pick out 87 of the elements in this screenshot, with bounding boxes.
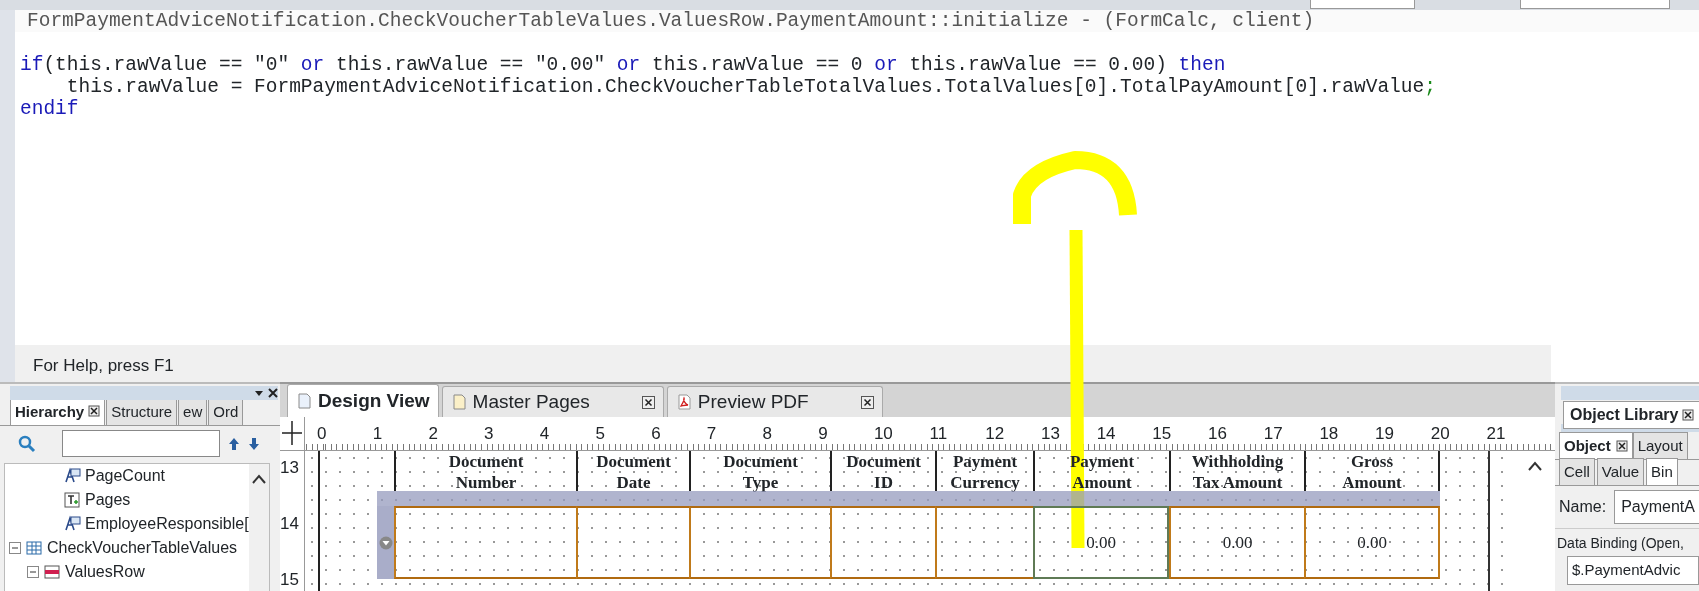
search-field[interactable] [62,430,220,457]
close-icon[interactable] [1682,409,1695,421]
code-line: endif [19,98,80,120]
scroll-up-icon[interactable] [251,474,266,484]
close-icon[interactable] [268,388,278,398]
tab[interactable]: Design View [287,384,439,417]
row-handle[interactable] [377,506,394,579]
table-cell[interactable] [830,506,935,579]
code-line: if(this.rawValue == "0" or this.rawValue == "0.00" or this.rawValue == 0 or this.rawValue == 0.00) then [19,54,1227,76]
down-arrow-icon[interactable] [248,436,260,451]
collapse-icon[interactable] [9,542,21,554]
page-icon [296,393,312,409]
script-header: FormPaymentAdviceNotification.CheckVoucherTableValues.ValuesRow.PaymentAmount::initialize - (FormCalc, client) [15,10,1699,32]
tab[interactable]: Preview PDF [666,386,883,417]
input-field[interactable] [1310,0,1415,9]
close-icon[interactable] [88,404,101,417]
ruler-number: 14 [1096,424,1116,443]
ruler-number: 4 [539,424,550,443]
pdf-icon [675,394,692,410]
dropdown-icon[interactable] [378,535,393,550]
table-cell[interactable] [576,506,689,579]
table-cell[interactable]: 0.00 [1033,506,1169,579]
ruler-number: 18 [1319,424,1339,443]
ruler-number: 17 [1263,424,1283,443]
binding-field[interactable]: $.PaymentAdvic [1567,556,1699,585]
panel-tab[interactable]: Structure [106,400,178,425]
tree-item[interactable]: PageCount [85,464,166,488]
tree-item[interactable]: ValuesRow [65,560,145,584]
ruler-number: 6 [651,424,661,443]
close-icon[interactable] [641,395,655,409]
field-icon [63,515,81,533]
ruler-number: 2 [428,424,438,443]
tab[interactable]: Master Pages [441,386,664,417]
ruler-number: 7 [706,424,717,443]
table-cell[interactable]: 0.00 [1169,506,1304,579]
code-line: this.rawValue = FormPaymentAdviceNotification.CheckVoucherTableTotalValues.TotalValues[0].TotalPayAmount[0].rawValue; [65,76,1437,98]
ruler-number: 10 [873,424,893,443]
ruler-number: 5 [595,424,605,443]
panel-tab[interactable]: Ord [208,400,244,425]
input-field[interactable] [1520,0,1670,9]
ruler-number: 14 [280,514,299,533]
table-cell[interactable] [935,506,1033,579]
ruler-number: 0 [317,424,327,443]
ruler-number: 8 [762,424,772,443]
scroll-up-icon[interactable] [1528,461,1542,471]
search-icon[interactable] [18,434,36,453]
ruler-number: 1 [372,424,383,443]
status-text: For Help, press F1 [0,345,1551,382]
ruler-number: 3 [484,424,494,443]
up-arrow-icon[interactable] [228,436,240,451]
collapse-icon[interactable] [27,566,39,578]
panel-tab[interactable]: Bin [1646,457,1678,485]
panel-tab[interactable]: Hierarchy [10,400,106,425]
ruler-number: 16 [1208,424,1227,443]
table-cell[interactable] [394,506,576,579]
table-icon [25,539,43,557]
ruler-number: 13 [280,458,299,477]
field-label: Data Binding (Open, [1556,534,1685,553]
table-cell[interactable]: 0.00 [1304,506,1440,579]
text-field-icon [63,491,81,509]
tree-item[interactable]: EmployeeResponsible[ [85,512,249,536]
row-icon [43,563,61,581]
name-field[interactable]: PaymentA [1614,490,1699,524]
panel-tab[interactable]: ew [178,400,208,425]
ruler-number: 20 [1430,424,1450,443]
panel-tab[interactable]: Value [1596,457,1645,485]
table-cell[interactable] [689,506,830,579]
ruler-number: 15 [1152,424,1172,443]
ruler-number: 12 [985,424,1005,443]
menu-icon[interactable] [254,388,264,398]
close-icon[interactable] [860,395,874,409]
panel-tab[interactable]: Cell [1559,457,1595,485]
panel-tab[interactable]: Object [1559,431,1633,459]
tree-item[interactable]: CheckVoucherTableValues [47,536,238,560]
ruler-number: 15 [280,570,299,589]
scrollbar[interactable] [248,464,269,591]
field-label: Name: [1559,497,1607,517]
ruler-number: 13 [1040,424,1060,443]
field-icon [63,467,81,485]
close-icon[interactable] [1615,439,1628,452]
page-icon [450,394,467,410]
ruler-number: 9 [818,424,828,443]
ruler-number: 19 [1375,424,1394,443]
tree-item[interactable]: Pages [85,488,131,512]
ruler-number: 11 [929,424,948,443]
panel-tab[interactable]: Object Library [1563,401,1699,429]
ruler-number: 21 [1486,424,1506,443]
